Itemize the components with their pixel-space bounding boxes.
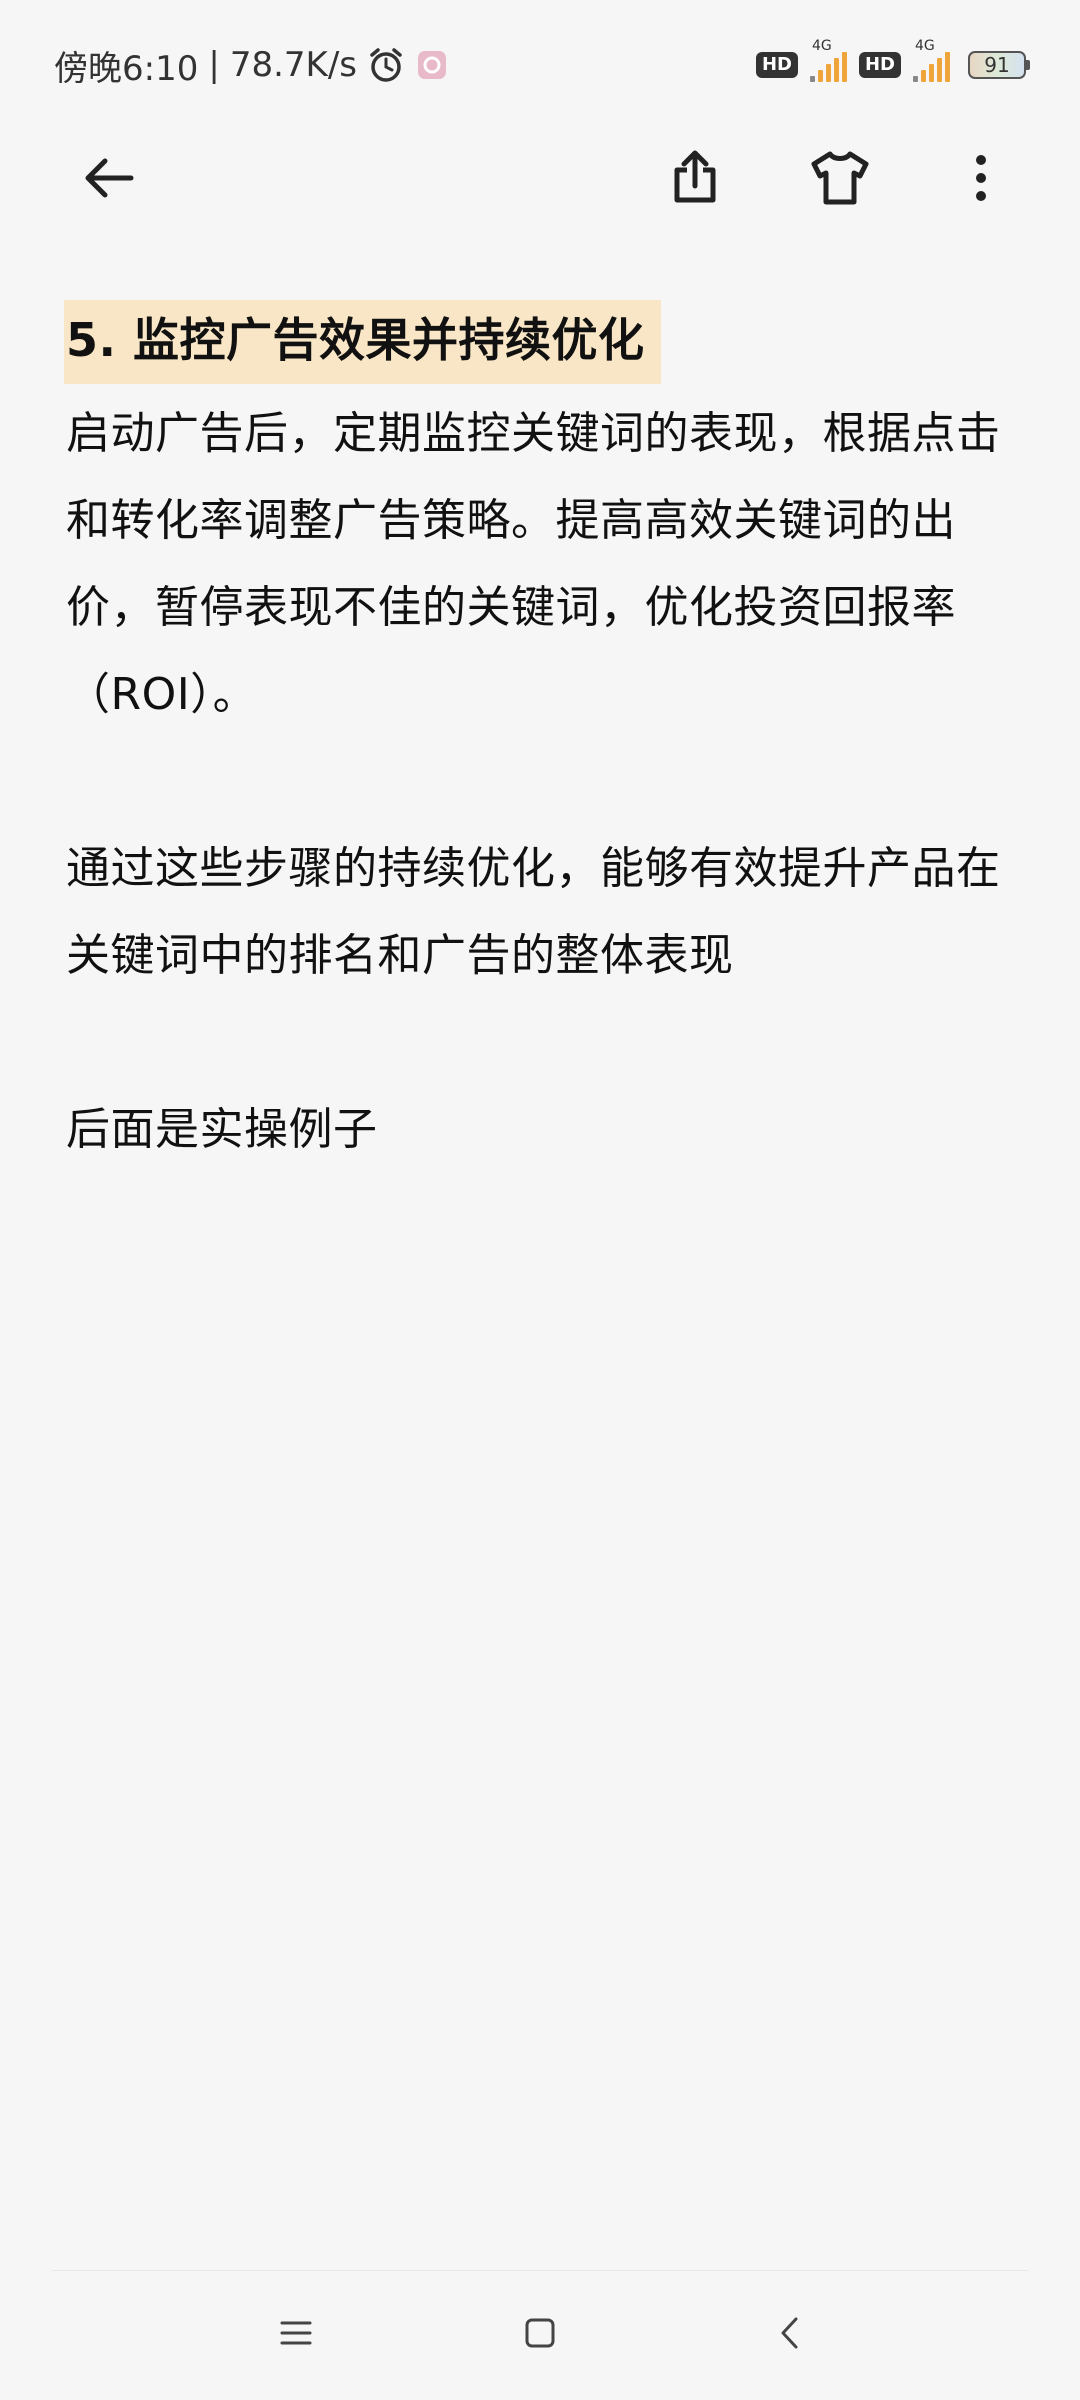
network-type-2: 4G [915, 38, 935, 54]
share-button[interactable] [650, 130, 740, 230]
app-notification-icon [415, 48, 449, 82]
status-bar: 傍晚6:10 | 78.7K/s HD 4G HD 4G 91 [0, 0, 1080, 130]
share-icon [665, 148, 725, 212]
status-time: 傍晚6:10 [54, 48, 199, 89]
network-type-1: 4G [811, 38, 832, 54]
note-paragraph-2: 通过这些步骤的持续优化，能够有效提升产品在关键词中的排名和广告的整体表现 [66, 843, 1001, 982]
nav-home-button[interactable] [500, 2290, 580, 2380]
more-vertical-icon [971, 148, 991, 212]
toolbar [0, 130, 1080, 230]
nav-menu-button[interactable] [256, 2290, 336, 2380]
home-square-icon [523, 2316, 557, 2354]
hd-badge-1: HD [755, 52, 798, 78]
signal-icon-2: 4G [913, 38, 950, 82]
tshirt-icon [808, 148, 872, 212]
hd-badge-2: HD [858, 52, 901, 78]
arrow-left-icon [77, 146, 141, 214]
navigation-bar [0, 2290, 1080, 2380]
nav-divider [52, 2270, 1028, 2271]
status-net-speed: 78.7K/s [229, 45, 357, 85]
note-paragraph-3: 后面是实操例子 [66, 1104, 378, 1156]
note-content[interactable]: 5. 监控广告效果并持续优化 启动广告后，定期监控关键词的表现，根据点击和转化率… [64, 300, 1016, 1173]
nav-back-button[interactable] [750, 2290, 830, 2380]
menu-icon [279, 2318, 313, 2352]
status-separator: | [208, 45, 220, 85]
alarm-icon [367, 46, 405, 84]
status-left: 傍晚6:10 | 78.7K/s [54, 41, 449, 90]
theme-button[interactable] [795, 130, 885, 230]
note-paragraph-1: 启动广告后，定期监控关键词的表现，根据点击和转化率调整广告策略。提高高效关键词的… [66, 408, 1001, 721]
signal-icon: 4G [809, 38, 847, 82]
more-button[interactable] [936, 130, 1026, 230]
battery-icon: 91 [968, 51, 1030, 79]
back-chevron-icon [776, 2315, 804, 2355]
status-right: HD 4G HD 4G 91 [755, 38, 1030, 82]
note-heading: 5. 监控广告效果并持续优化 [64, 300, 661, 385]
battery-level: 91 [984, 53, 1010, 77]
back-button[interactable] [64, 130, 154, 230]
